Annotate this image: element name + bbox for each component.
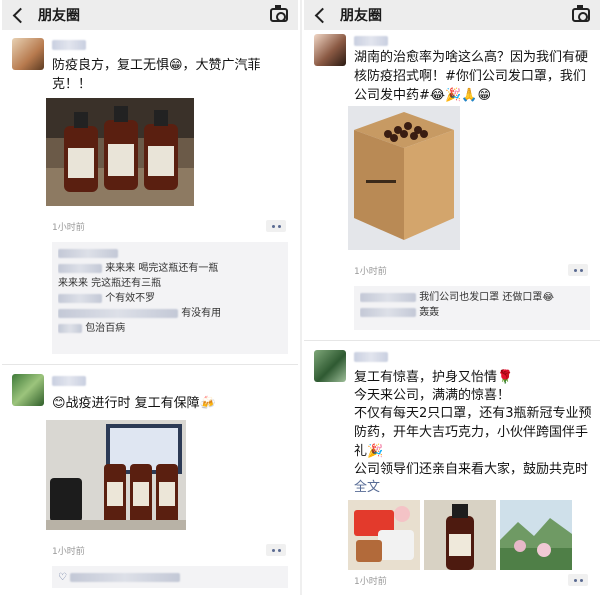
- page-title: 朋友圈: [340, 8, 382, 24]
- author-name[interactable]: [52, 376, 86, 386]
- back-chevron-icon[interactable]: [12, 8, 26, 22]
- moment-post: 😊战疫进行时 复工有保障🍻 1小时前 ♡: [2, 368, 298, 595]
- likes-box: ♡: [52, 566, 288, 588]
- post-text-line: 复工有惊喜，护身又怡情🌹: [354, 370, 514, 385]
- comment-item[interactable]: 有没有用: [58, 306, 282, 321]
- camera-icon[interactable]: [270, 5, 288, 22]
- top-bar: 朋友圈: [2, 0, 298, 30]
- post-text: 😊战疫进行时 复工有保障🍻: [52, 396, 216, 411]
- more-options-button[interactable]: [568, 574, 588, 586]
- moments-panel-right: 朋友圈 湖南的治愈率为啥这么高？因为我们有硬核防疫招式啊！#你们公司发口罩，我们…: [304, 0, 600, 595]
- post-separator: [2, 364, 298, 365]
- post-time: 1小时前: [354, 267, 387, 277]
- top-bar: 朋友圈: [304, 0, 600, 30]
- comment-item[interactable]: 包治百病: [58, 321, 282, 336]
- back-chevron-icon[interactable]: [314, 8, 328, 22]
- moment-post: 湖南的治愈率为啥这么高？因为我们有硬核防疫招式啊！#你们公司发口罩，我们公司发中…: [304, 30, 600, 340]
- moments-panel-left: 朋友圈 防疫良方，复工无惧😁，大赞广汽菲克！！ 1小时前 来来来 喝完这瓶还有一…: [2, 0, 298, 595]
- post-time: 1小时前: [354, 577, 387, 587]
- likes-row: [58, 246, 282, 261]
- avatar[interactable]: [314, 350, 346, 382]
- heart-icon: ♡: [58, 572, 67, 583]
- post-photo[interactable]: [46, 420, 186, 530]
- scenery-photo: [500, 500, 572, 570]
- comments-box: 来来来 喝完这瓶还有一瓶 来来来 完这瓶还有三瓶 个有效不罗 有没有用 包治百病: [52, 242, 288, 354]
- more-options-button[interactable]: [266, 544, 286, 556]
- author-name[interactable]: [52, 40, 86, 50]
- avatar[interactable]: [12, 38, 44, 70]
- post-text: 防疫良方，复工无惧😁，大赞广汽菲克！！: [52, 58, 261, 92]
- moment-post: 复工有惊喜，护身又怡情🌹 今天来公司，满满的惊喜！ 不仅有每天2只口罩，还有3瓶…: [304, 344, 600, 595]
- post-text-line: 公司领导们还亲自来看大家，鼓励共克时: [354, 462, 589, 477]
- comment-item[interactable]: 轰轰: [360, 305, 584, 320]
- post-photo[interactable]: [348, 500, 420, 570]
- chocolate-gift-photo: [348, 500, 420, 570]
- post-time: 1小时前: [52, 223, 85, 233]
- likes-row: ♡: [58, 570, 282, 585]
- post-photo[interactable]: [348, 106, 460, 250]
- author-name[interactable]: [354, 352, 388, 362]
- more-options-button[interactable]: [266, 220, 286, 232]
- medicine-bottle-closeup-photo: [424, 500, 496, 570]
- comment-item[interactable]: 来来来 完这瓶还有三瓶: [58, 276, 282, 291]
- author-name[interactable]: [354, 36, 388, 46]
- comments-box: 我们公司也发口罩 还做口罩😂 轰轰: [354, 286, 590, 330]
- more-options-button[interactable]: [568, 264, 588, 276]
- avatar[interactable]: [12, 374, 44, 406]
- post-separator: [304, 340, 600, 341]
- page-title: 朋友圈: [38, 8, 80, 24]
- office-desk-bottles-photo: [46, 420, 186, 530]
- post-photo[interactable]: [500, 500, 572, 570]
- post-time: 1小时前: [52, 547, 85, 557]
- comment-item[interactable]: 我们公司也发口罩 还做口罩😂: [360, 290, 584, 305]
- panel-divider: [300, 0, 302, 595]
- post-text-line: 今天来公司，满满的惊喜！: [354, 388, 511, 403]
- camera-icon[interactable]: [572, 5, 590, 22]
- medicine-box-photo: [348, 106, 460, 250]
- post-photo[interactable]: [46, 98, 194, 206]
- full-text-link[interactable]: 全文: [354, 478, 592, 497]
- comment-item[interactable]: 个有效不罗: [58, 291, 282, 306]
- post-text-line: 不仅有每天2只口罩，还有3瓶新冠专业预防药，开年大吉巧克力，小伙伴跨国伴手礼🎉: [354, 406, 592, 459]
- medicine-bottles-photo: [46, 98, 194, 206]
- moment-post: 防疫良方，复工无惧😁，大赞广汽菲克！！ 1小时前 来来来 喝完这瓶还有一瓶 来来…: [2, 30, 298, 360]
- post-text: 湖南的治愈率为啥这么高？因为我们有硬核防疫招式啊！#你们公司发口罩，我们公司发中…: [354, 50, 589, 103]
- avatar[interactable]: [314, 34, 346, 66]
- post-photo[interactable]: [424, 500, 496, 570]
- comment-item[interactable]: 来来来 喝完这瓶还有一瓶: [58, 261, 282, 276]
